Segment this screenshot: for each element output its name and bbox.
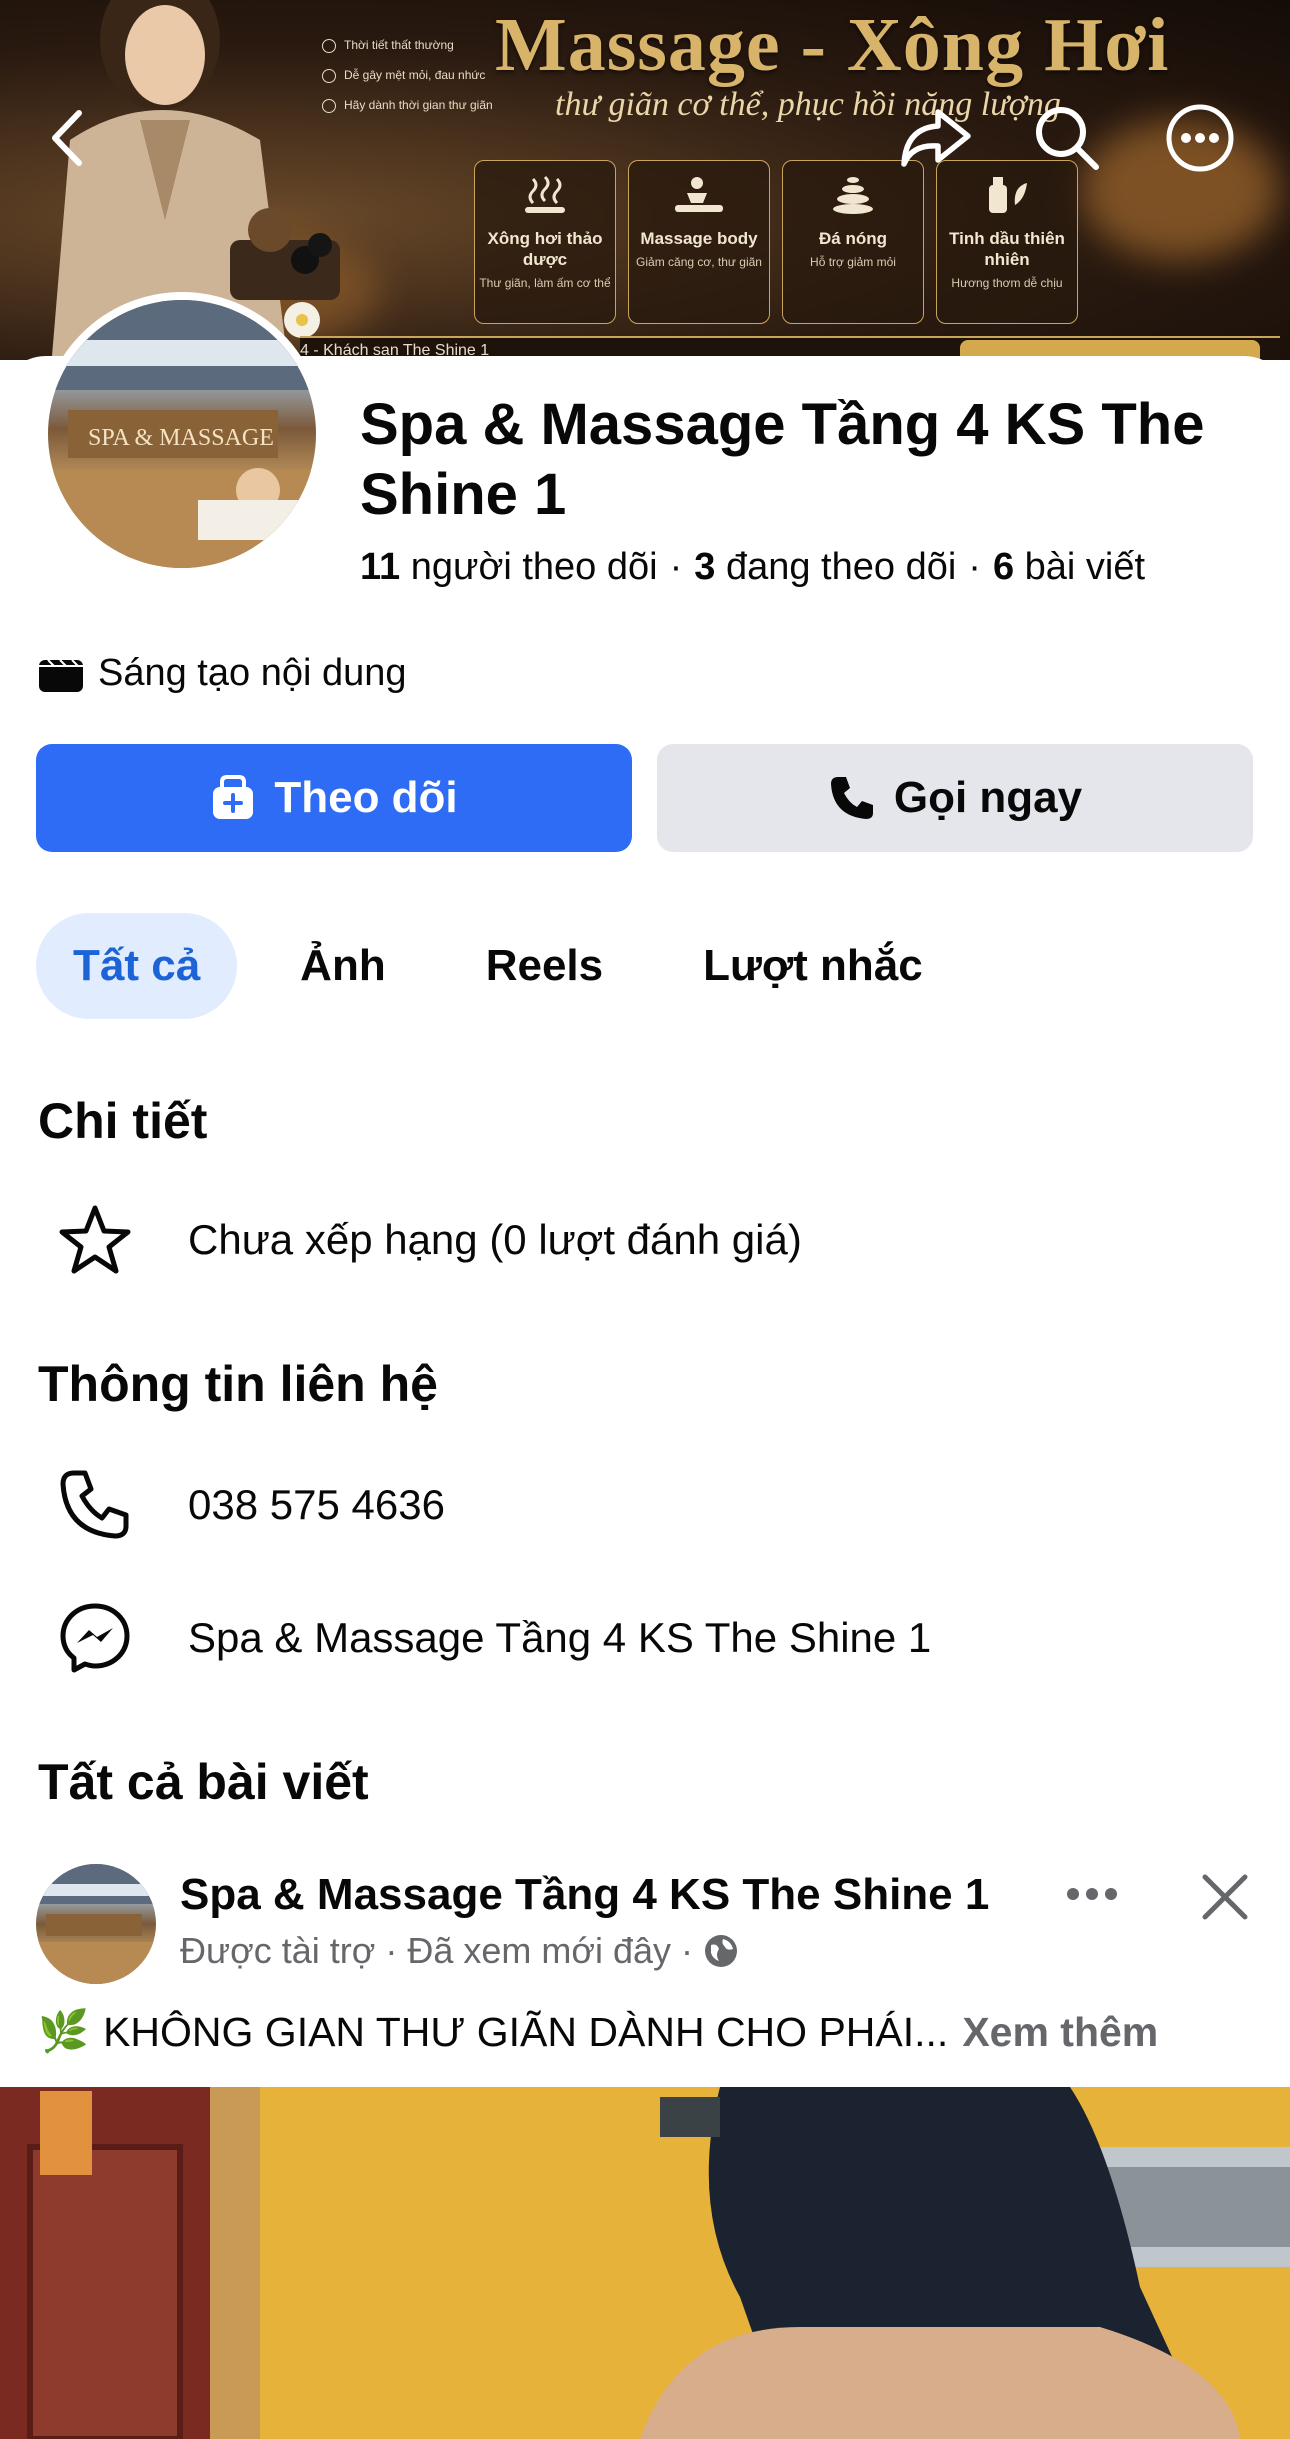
post-caption: 🌿 KHÔNG GIAN THƯ GIÃN DÀNH CHO PHÁI... X…: [38, 2008, 1158, 2056]
stats-separator: ·: [669, 546, 683, 588]
profile-stats: 11 người theo dõi · 3 đang theo dõi · 6 bài …: [360, 546, 1145, 589]
see-more-link[interactable]: Xem thêm: [962, 2009, 1158, 2056]
post-caption-text: KHÔNG GIAN THƯ GIÃN DÀNH CHO PHÁI...: [103, 2008, 949, 2055]
follow-button-label: Theo dõi: [274, 773, 458, 822]
cover-feature-desc: Thư giãn, làm ấm cơ thể: [479, 276, 611, 290]
hot-stone-icon: [833, 177, 873, 214]
cover-feature-title: Xông hơi thảo dược: [487, 229, 603, 269]
sponsored-label[interactable]: Được tài trợ: [180, 1930, 375, 1972]
cover-feature: Massage body Giảm căng cơ, thư giãn: [628, 160, 770, 324]
following-link[interactable]: 3 đang theo dõi: [694, 546, 956, 588]
post-video[interactable]: [0, 2087, 1290, 2439]
avatar-sign-text: SPA & MASSAGE: [88, 425, 274, 451]
share-button[interactable]: [896, 98, 976, 178]
meta-separator: ·: [385, 1930, 398, 1971]
phone-number: 038 575 4636: [188, 1481, 445, 1528]
leaf-emoji: 🌿: [38, 2008, 90, 2054]
messenger-name: Spa & Massage Tầng 4 KS The Shine 1: [188, 1614, 932, 1661]
cover-title: Massage - Xông Hơi: [495, 3, 1170, 87]
call-now-button[interactable]: Gọi ngay: [657, 744, 1253, 852]
all-posts-title: Tất cả bài viết: [38, 1754, 369, 1810]
clapperboard-icon: [39, 658, 83, 692]
page-name: Spa & Massage Tầng 4 KS The Shine 1: [360, 392, 1205, 527]
more-options-button[interactable]: [1160, 98, 1240, 178]
page-category-label: Sáng tạo nội dung: [98, 652, 407, 694]
avatar-photo: SPA & MASSAGE: [48, 300, 316, 568]
posts-count: 6: [992, 546, 1015, 588]
more-icon: [1166, 104, 1234, 172]
search-icon: [1036, 107, 1099, 170]
cover-feature-title: Massage body: [640, 229, 758, 248]
profile-avatar[interactable]: SPA & MASSAGE: [40, 292, 324, 576]
follow-button[interactable]: Theo dõi: [36, 744, 632, 852]
profile-tabs: Tất cả Ảnh Reels Lượt nhắc: [36, 913, 986, 1019]
star-icon: [59, 1205, 131, 1274]
page-category: Sáng tạo nội dung: [38, 652, 407, 695]
cover-feature-desc: Hương thơm dễ chịu: [951, 276, 1063, 290]
phone-outline-icon: [60, 1470, 129, 1539]
cover-subtitle: thư giãn cơ thể, phục hồi năng lượng: [555, 86, 1061, 123]
post-avatar-photo: [36, 1864, 156, 1984]
messenger-icon: [60, 1603, 130, 1673]
followers-label: người theo dõi: [410, 546, 658, 588]
following-count: 3: [694, 546, 716, 588]
share-icon: [901, 109, 971, 167]
seen-recently-label: Đã xem mới đây: [407, 1930, 671, 1971]
cover-feature-desc: Hỗ trợ giảm mỏi: [810, 255, 896, 269]
followers-link[interactable]: 11 người theo dõi: [360, 546, 658, 588]
back-icon: [52, 110, 82, 166]
cover-feature: Xông hơi thảo dược Thư giãn, làm ấm cơ t…: [474, 160, 616, 324]
post-more-button[interactable]: [1060, 1866, 1124, 1922]
cover-feature-title: Tinh dầu thiên nhiên: [949, 229, 1065, 269]
cover-bullet: Hãy dành thời gian thư giãn: [344, 98, 493, 112]
follow-icon: [213, 775, 254, 819]
tab-all[interactable]: Tất cả: [36, 913, 238, 1019]
cover-bullets: Thời tiết thất thường Dễ gây mệt mỏi, đa…: [322, 30, 493, 120]
post-author-name[interactable]: Spa & Massage Tầng 4 KS The Shine 1: [180, 1870, 989, 1920]
following-label: đang theo dõi: [725, 546, 957, 588]
cover-bullet: Thời tiết thất thường: [344, 38, 454, 52]
tab-photos[interactable]: Ảnh: [263, 913, 423, 1019]
messenger-row[interactable]: Spa & Massage Tầng 4 KS The Shine 1: [38, 1598, 931, 1678]
cover-feature-desc: Giảm căng cơ, thư giãn: [636, 255, 762, 269]
phone-row[interactable]: 038 575 4636: [38, 1465, 445, 1545]
stats-separator: ·: [968, 546, 981, 588]
call-now-label: Gọi ngay: [893, 773, 1083, 822]
post-meta: Được tài trợ · Đã xem mới đây ·: [180, 1930, 739, 1972]
contact-info-title: Thông tin liên hệ: [38, 1356, 438, 1412]
cover-feature-title: Đá nóng: [819, 229, 887, 248]
rating-row[interactable]: Chưa xếp hạng (0 lượt đánh giá): [38, 1200, 802, 1280]
phone-icon: [830, 777, 873, 819]
meta-separator: ·: [681, 1930, 693, 1971]
rating-text: Chưa xếp hạng (0 lượt đánh giá): [188, 1216, 802, 1263]
cover-feature: Tinh dầu thiên nhiên Hương thơm dễ chịu: [936, 160, 1078, 324]
posts-link[interactable]: 6 bài viết: [993, 546, 1145, 588]
followers-count: 11: [360, 546, 401, 588]
massage-icon: [675, 177, 723, 212]
globe-icon: [705, 1935, 737, 1967]
close-icon: [1202, 1874, 1248, 1920]
details-title: Chi tiết: [38, 1093, 208, 1149]
posts-label: bài viết: [1024, 546, 1146, 588]
cover-bullet: Dễ gây mệt mỏi, đau nhức: [344, 68, 486, 82]
oil-bottle-icon: [989, 177, 1027, 213]
tab-mentions[interactable]: Lượt nhắc: [666, 913, 960, 1019]
more-horizontal-icon: [1067, 1888, 1117, 1900]
steam-icon: [525, 175, 565, 213]
tab-reels[interactable]: Reels: [449, 913, 640, 1019]
cover-feature: Đá nóng Hỗ trợ giảm mỏi: [782, 160, 924, 324]
back-button[interactable]: [28, 98, 108, 178]
post-author-avatar[interactable]: [36, 1864, 156, 1984]
post-video-frame: [0, 2087, 1290, 2439]
post-hide-button[interactable]: [1190, 1862, 1260, 1932]
cover-features: Xông hơi thảo dược Thư giãn, làm ấm cơ t…: [474, 160, 1078, 324]
search-button[interactable]: [1027, 98, 1107, 178]
